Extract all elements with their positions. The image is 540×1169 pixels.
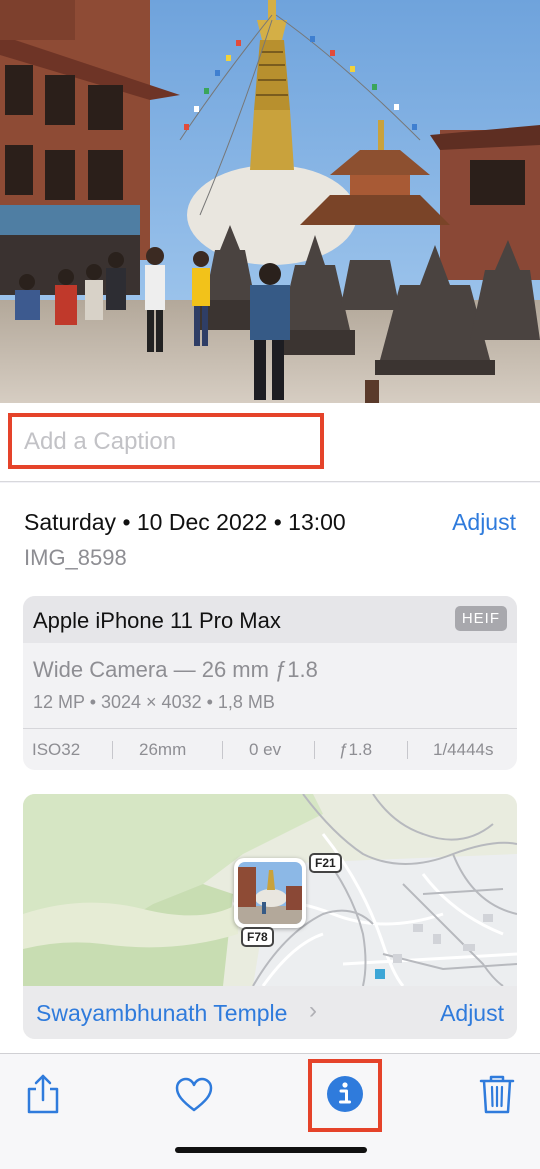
exif-row: ISO32 26mm 0 ev ƒ1.8 1/4444s [23, 728, 517, 770]
heart-icon [175, 1077, 213, 1112]
trash-icon [479, 1075, 515, 1114]
photo-info-panel: Saturday • 10 Dec 2022 • 13:00 Adjust IM… [0, 483, 540, 1053]
device-name: Apple iPhone 11 Pro Max [33, 608, 281, 633]
temple-photo [0, 0, 540, 403]
exif-shutter: 1/4444s [433, 740, 494, 759]
caption-section [0, 403, 540, 482]
exif-divider [112, 741, 113, 759]
exif-divider [222, 741, 223, 759]
share-icon [27, 1074, 59, 1114]
image-specs: 12 MP • 3024 × 4032 • 1,8 MB [33, 692, 275, 712]
photo-view[interactable] [0, 0, 540, 403]
capture-date: Saturday • 10 Dec 2022 • 13:00 [24, 509, 346, 535]
exif-aperture: ƒ1.8 [339, 740, 373, 759]
format-badge: HEIF [454, 606, 507, 631]
adjust-date-button[interactable]: Adjust [452, 509, 516, 536]
share-button[interactable] [17, 1068, 69, 1120]
device-header: Apple iPhone 11 Pro Max HEIF [23, 596, 517, 643]
camera-lens: Wide Camera — 26 mm ƒ1.8 [33, 657, 318, 682]
device-info-card: Apple iPhone 11 Pro Max HEIF Wide Camera… [23, 596, 517, 770]
chevron-right-icon: › [309, 997, 317, 1024]
exif-focal-length: 26mm [139, 740, 187, 759]
road-label-f78: F78 [241, 927, 274, 947]
road-label-f21: F21 [309, 853, 342, 873]
location-name-link[interactable]: Swayambhunath Temple [36, 1000, 287, 1027]
adjust-location-button[interactable]: Adjust [440, 1000, 504, 1027]
caption-input[interactable] [24, 427, 314, 457]
file-name: IMG_8598 [24, 545, 127, 570]
bottom-toolbar [0, 1053, 540, 1169]
exif-exposure: 0 ev [249, 740, 282, 759]
exif-divider [407, 741, 408, 759]
delete-button[interactable] [471, 1068, 523, 1120]
favorite-button[interactable] [168, 1068, 220, 1120]
location-pin[interactable] [234, 858, 306, 928]
exif-iso: ISO32 [32, 740, 81, 759]
exif-divider [314, 741, 315, 759]
caption-highlight [8, 413, 324, 469]
home-indicator[interactable] [175, 1147, 367, 1153]
pin-thumbnail [238, 862, 302, 924]
location-map-card[interactable]: F21 F78 Swayambhunath Temple › Adjust [23, 794, 517, 1039]
info-button[interactable] [319, 1068, 371, 1120]
info-icon [327, 1076, 363, 1112]
location-footer: Swayambhunath Temple › Adjust [23, 986, 517, 1039]
